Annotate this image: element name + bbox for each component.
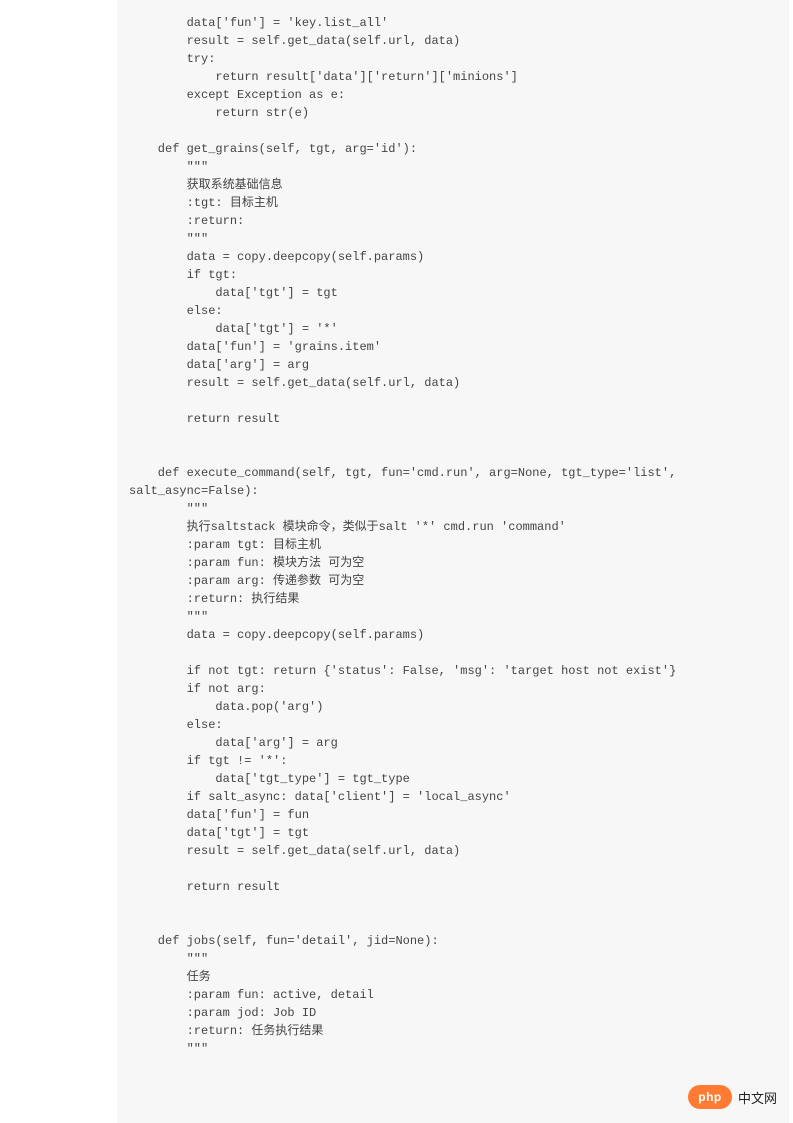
php-logo-icon: php xyxy=(688,1085,732,1109)
document-page: data['fun'] = 'key.list_all' result = se… xyxy=(0,0,793,1123)
site-badge: php 中文网 xyxy=(688,1085,777,1109)
site-badge-text: 中文网 xyxy=(738,1088,777,1107)
code-block: data['fun'] = 'key.list_all' result = se… xyxy=(117,0,789,1123)
